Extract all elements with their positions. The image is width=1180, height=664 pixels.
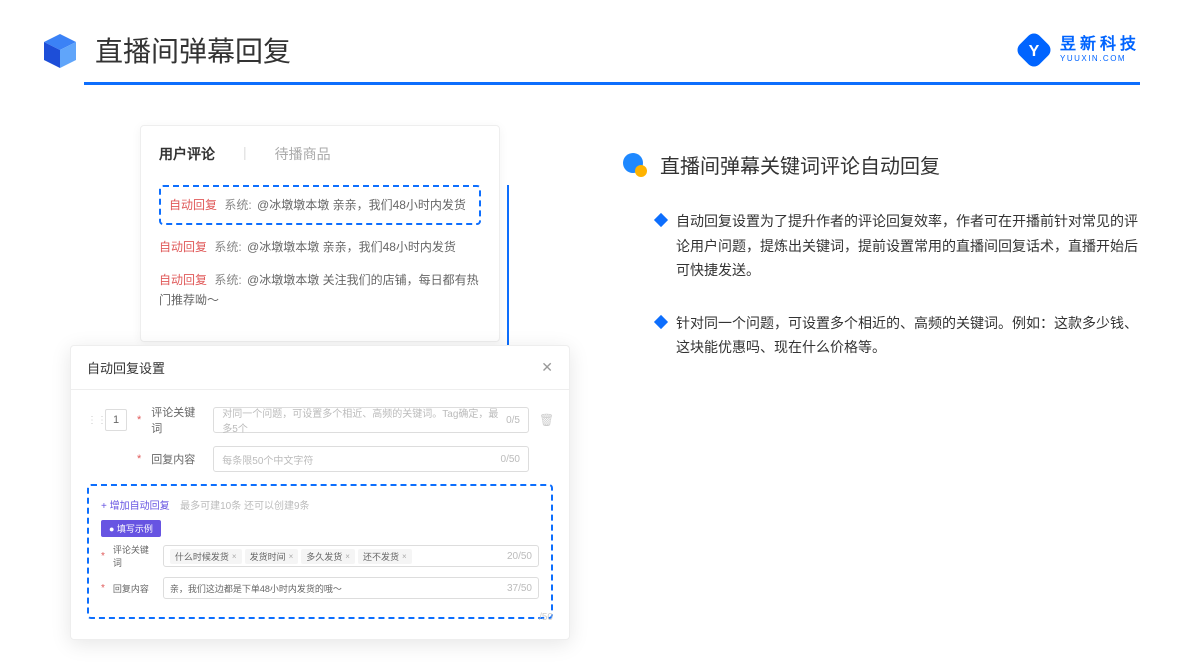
- keyword-counter: 0/5: [506, 415, 520, 426]
- close-icon[interactable]: ✕: [541, 359, 553, 376]
- bullet-item: 自动回复设置为了提升作者的评论回复效率，作者可在开播前针对常见的评论用户问题，提…: [620, 209, 1140, 283]
- content: 用户评论 | 待播商品 自动回复 系统: @冰墩墩本墩 亲亲，我们48小时内发货…: [0, 85, 1180, 388]
- ex-kw-counter: 20/50: [507, 551, 532, 562]
- brand-logo: Y 昱新科技 YUUXIN.COM: [1016, 32, 1140, 68]
- page-title: 直播间弹幕回复: [95, 30, 291, 70]
- settings-header: 自动回复设置 ✕: [71, 346, 569, 390]
- content-placeholder: 每条限50个中文字符: [222, 452, 313, 467]
- diamond-icon: [654, 314, 668, 328]
- content-input[interactable]: 每条限50个中文字符 0/50: [213, 446, 529, 472]
- tag-chip[interactable]: 多久发货×: [301, 549, 355, 564]
- comment-item: 自动回复 系统: @冰墩墩本墩 关注我们的店铺，每日都有热门推荐呦～: [159, 270, 481, 311]
- add-hint: 最多可建10条 还可以创建9条: [180, 501, 309, 512]
- logo-mark-icon: Y: [1016, 32, 1052, 68]
- form-row-content: * 回复内容 每条限50个中文字符 0/50: [87, 446, 553, 472]
- tag-chip[interactable]: 什么时候发货×: [170, 549, 242, 564]
- order-number: 1: [105, 409, 127, 431]
- right-column: 直播间弹幕关键词评论自动回复 自动回复设置为了提升作者的评论回复效率，作者可在开…: [620, 125, 1140, 388]
- tag-remove-icon[interactable]: ×: [345, 552, 350, 561]
- keyword-label: 评论关键词: [151, 404, 203, 436]
- system-label: 系统:: [224, 198, 251, 212]
- diamond-icon: [654, 213, 668, 227]
- trash-icon[interactable]: 🗑: [539, 413, 553, 427]
- highlighted-comment: 自动回复 系统: @冰墩墩本墩 亲亲，我们48小时内发货: [159, 185, 481, 225]
- logo-text: 昱新科技 YUUXIN.COM: [1060, 37, 1140, 63]
- tag-remove-icon[interactable]: ×: [402, 552, 407, 561]
- keyword-placeholder: 对同一个问题，可设置多个相近、高频的关键词。Tag确定，最多5个: [222, 405, 506, 435]
- comments-card: 用户评论 | 待播商品 自动回复 系统: @冰墩墩本墩 亲亲，我们48小时内发货…: [140, 125, 500, 342]
- example-badge: ● 填写示例: [101, 520, 161, 537]
- cube-icon: [40, 30, 80, 70]
- example-keyword-row: * 评论关键词 什么时候发货× 发货时间× 多久发货× 还不发货× 20/50: [101, 543, 539, 569]
- sub-heading-row: 直播间弹幕关键词评论自动回复: [620, 150, 1140, 179]
- logo-cn: 昱新科技: [1060, 37, 1140, 53]
- header-left: 直播间弹幕回复: [40, 30, 291, 70]
- ghost-counter: /50: [539, 612, 553, 623]
- bubble-icon: [620, 151, 648, 179]
- left-column: 用户评论 | 待播商品 自动回复 系统: @冰墩墩本墩 亲亲，我们48小时内发货…: [70, 125, 570, 388]
- auto-reply-label: 自动回复: [159, 240, 207, 254]
- ex-content-counter: 37/50: [507, 583, 532, 594]
- add-row: + 增加自动回复 最多可建10条 还可以创建9条: [101, 496, 539, 514]
- tag-remove-icon[interactable]: ×: [289, 552, 294, 561]
- example-content-row: * 回复内容 亲，我们这边都是下单48小时内发货的哦～ 37/50: [101, 577, 539, 599]
- auto-reply-label: 自动回复: [169, 198, 217, 212]
- keyword-input[interactable]: 对同一个问题，可设置多个相近、高频的关键词。Tag确定，最多5个 0/5: [213, 407, 529, 433]
- required-star: *: [137, 453, 141, 465]
- content-counter: 0/50: [501, 454, 520, 465]
- required-star: *: [137, 414, 141, 426]
- comment-item: 自动回复 系统: @冰墩墩本墩 亲亲，我们48小时内发货: [169, 195, 471, 215]
- bullet-item: 针对同一个问题，可设置多个相近的、高频的关键词。例如：这款多少钱、这块能优惠吗、…: [620, 311, 1140, 360]
- ex-keyword-label: 评论关键词: [113, 543, 155, 569]
- drag-handle-icon[interactable]: ⋮⋮: [87, 415, 95, 426]
- example-block: + 增加自动回复 最多可建10条 还可以创建9条 ● 填写示例 * 评论关键词 …: [87, 484, 553, 619]
- bullet-text: 自动回复设置为了提升作者的评论回复效率，作者可在开播前针对常见的评论用户问题，提…: [676, 209, 1140, 283]
- sub-heading: 直播间弹幕关键词评论自动回复: [660, 150, 940, 179]
- ex-content-label: 回复内容: [113, 582, 155, 595]
- system-label: 系统:: [214, 273, 241, 287]
- tag-chip[interactable]: 还不发货×: [358, 549, 412, 564]
- page-header: 直播间弹幕回复 Y 昱新科技 YUUXIN.COM: [0, 0, 1180, 70]
- comment-item: 自动回复 系统: @冰墩墩本墩 亲亲，我们48小时内发货: [159, 237, 481, 257]
- tabs: 用户评论 | 待播商品: [159, 144, 481, 171]
- auto-reply-label: 自动回复: [159, 273, 207, 287]
- system-label: 系统:: [214, 240, 241, 254]
- comment-text: @冰墩墩本墩 亲亲，我们48小时内发货: [247, 240, 456, 254]
- tab-user-comments[interactable]: 用户评论: [159, 144, 215, 170]
- svg-text:Y: Y: [1029, 43, 1040, 60]
- tag-remove-icon[interactable]: ×: [232, 552, 237, 561]
- comment-text: @冰墩墩本墩 亲亲，我们48小时内发货: [257, 198, 466, 212]
- tag-chip[interactable]: 发货时间×: [245, 549, 299, 564]
- logo-en: YUUXIN.COM: [1060, 55, 1140, 63]
- tab-pending-goods[interactable]: 待播商品: [275, 144, 331, 170]
- ex-content-input[interactable]: 亲，我们这边都是下单48小时内发货的哦～ 37/50: [163, 577, 539, 599]
- settings-card: 自动回复设置 ✕ ⋮⋮ 1 * 评论关键词 对同一个问题，可设置多个相近、高频的…: [70, 345, 570, 640]
- ex-keyword-input[interactable]: 什么时候发货× 发货时间× 多久发货× 还不发货× 20/50: [163, 545, 539, 567]
- form-row-keyword: ⋮⋮ 1 * 评论关键词 对同一个问题，可设置多个相近、高频的关键词。Tag确定…: [87, 404, 553, 436]
- bullet-text: 针对同一个问题，可设置多个相近的、高频的关键词。例如：这款多少钱、这块能优惠吗、…: [676, 311, 1140, 360]
- tab-separator: |: [243, 144, 247, 170]
- add-auto-reply-link[interactable]: + 增加自动回复: [101, 501, 170, 512]
- settings-body: ⋮⋮ 1 * 评论关键词 对同一个问题，可设置多个相近、高频的关键词。Tag确定…: [71, 390, 569, 639]
- required-star: *: [101, 551, 105, 562]
- content-label: 回复内容: [151, 451, 203, 467]
- ex-content-text: 亲，我们这边都是下单48小时内发货的哦～: [170, 582, 342, 595]
- settings-title: 自动回复设置: [87, 358, 165, 377]
- required-star: *: [101, 583, 105, 594]
